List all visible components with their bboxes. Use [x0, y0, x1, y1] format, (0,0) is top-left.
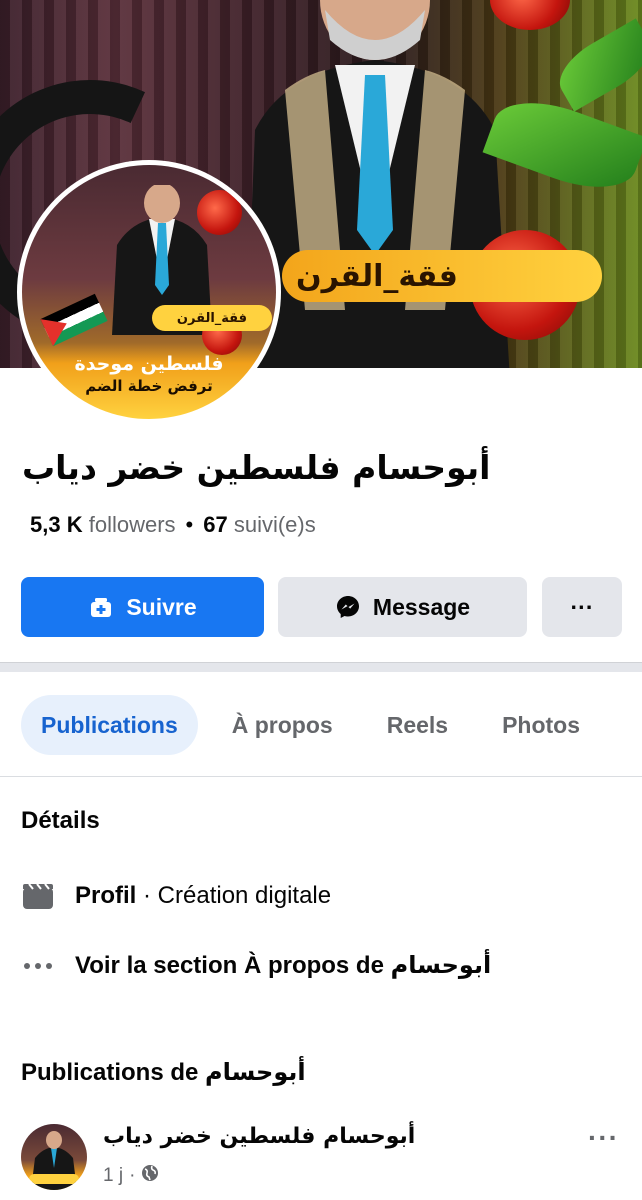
- following-label: suivi(e)s: [233, 512, 316, 537]
- rose-decoration: [197, 190, 242, 235]
- post-more-options-button[interactable]: ···: [588, 1122, 619, 1154]
- messenger-icon: [335, 594, 361, 620]
- following-count: 67: [203, 512, 228, 537]
- profile-stats: 5,3 K followers • 67 suivi(e)s: [30, 512, 316, 538]
- post-meta: 1 j ·: [103, 1164, 159, 1188]
- profile-name: أبوحسام فلسطين خضر دياب: [22, 448, 491, 487]
- detail-see-about-text: Voir la section À propos de: [75, 952, 391, 979]
- detail-profile-category-text: · Création digitale: [136, 882, 332, 909]
- message-button-label: Message: [372, 593, 471, 620]
- tab-photos[interactable]: Photos: [482, 695, 600, 755]
- avatar-caption: فلسطين موحدة ترفض خطة الضم: [22, 353, 276, 395]
- followers-link[interactable]: 5,3 K followers: [30, 512, 176, 537]
- section-divider: [0, 662, 642, 672]
- follow-icon: [88, 594, 114, 620]
- stats-separator: •: [185, 512, 194, 537]
- message-button[interactable]: Message: [278, 577, 527, 637]
- profile-avatar[interactable]: فقة_القرن فلسطين موحدة ترفض خطة الضم: [17, 160, 281, 424]
- tab-reels[interactable]: Reels: [367, 695, 468, 755]
- more-options-icon: ···: [570, 593, 594, 620]
- more-options-button[interactable]: ···: [542, 577, 622, 637]
- post-avatar-portrait: [29, 1131, 79, 1190]
- profile-tabs: Publications À propos Reels Photos: [21, 695, 642, 755]
- post-timestamp[interactable]: 1 j: [103, 1165, 123, 1187]
- cover-banner: فقة_القرن: [282, 250, 602, 302]
- avatar-image: فقة_القرن فلسطين موحدة ترفض خطة الضم: [22, 165, 276, 419]
- tabs-divider: [0, 776, 642, 777]
- details-title: Détails: [21, 807, 100, 834]
- follow-button[interactable]: Suivre: [21, 577, 264, 637]
- followers-count: 5,3 K: [30, 512, 83, 537]
- detail-see-about[interactable]: Voir la section À propos de أبوحسام: [22, 951, 491, 980]
- post-author-name[interactable]: أبوحسام فلسطين خضر دياب: [103, 1124, 415, 1149]
- detail-see-about-name: أبوحسام: [390, 951, 492, 979]
- posts-section-title: Publications de أبوحسام: [21, 1058, 306, 1087]
- posts-section-title-prefix: Publications de: [21, 1059, 206, 1086]
- avatar-banner: فقة_القرن: [152, 305, 272, 331]
- followers-label: followers: [88, 512, 176, 537]
- follow-button-label: Suivre: [126, 593, 197, 620]
- tab-publications[interactable]: Publications: [21, 695, 198, 755]
- post-author-avatar[interactable]: [21, 1124, 87, 1190]
- detail-profile-category: Profil · Création digitale: [22, 882, 331, 910]
- globe-icon: [141, 1164, 159, 1188]
- tab-about[interactable]: À propos: [212, 695, 353, 755]
- palestine-flag-icon: [40, 293, 108, 347]
- post-meta-separator: ·: [129, 1165, 136, 1186]
- cover-banner-text: فقة_القرن: [296, 258, 458, 294]
- avatar-caption-line1: فلسطين موحدة: [74, 353, 224, 375]
- detail-profile-label: Profil: [75, 882, 137, 909]
- ellipsis-icon: [22, 961, 54, 971]
- clapperboard-icon: [22, 882, 54, 910]
- avatar-caption-line2: ترفض خطة الضم: [85, 377, 213, 395]
- posts-section-title-name: أبوحسام: [205, 1058, 306, 1086]
- following-link[interactable]: 67 suivi(e)s: [203, 512, 316, 537]
